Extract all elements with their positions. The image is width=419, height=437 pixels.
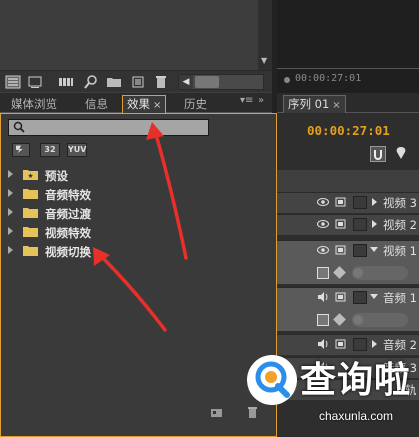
find-icon[interactable] — [83, 74, 99, 90]
scroll-left-icon[interactable]: ◀ — [179, 75, 193, 89]
close-icon[interactable]: × — [332, 100, 340, 111]
folder-icon — [23, 245, 38, 256]
watermark-url: chaxunla.com — [319, 409, 394, 423]
expand-track-icon[interactable] — [372, 220, 377, 228]
automate-to-sequence-icon[interactable] — [58, 74, 74, 90]
film-icon[interactable] — [335, 197, 346, 207]
tree-item-label: 音频特效 — [45, 188, 91, 202]
tree-item-label: 视频切换 — [45, 245, 91, 259]
keyframe-navigator[interactable] — [352, 266, 408, 280]
yuv-effects-button[interactable]: YUV — [67, 143, 87, 157]
tree-item-video-transitions[interactable]: 视频切换 — [1, 242, 271, 261]
track-lock-toggle[interactable] — [353, 218, 367, 231]
tab-history[interactable]: 历史 — [184, 96, 207, 113]
playhead-dot-icon — [284, 77, 290, 83]
horizontal-scrollbar[interactable]: ◀ — [178, 74, 264, 90]
add-marker-icon[interactable] — [394, 146, 408, 162]
expand-track-icon[interactable] — [372, 198, 377, 206]
scroll-down-icon[interactable]: ▼ — [261, 56, 267, 65]
folder-icon — [23, 207, 38, 218]
expand-icon[interactable] — [8, 170, 13, 178]
track-video-2[interactable]: 视频 2 — [277, 214, 419, 235]
track-lock-toggle[interactable] — [353, 244, 367, 257]
new-custom-bin-icon[interactable] — [210, 406, 223, 419]
toggle-output-eye-icon[interactable] — [317, 245, 329, 255]
new-item-icon[interactable] — [130, 74, 146, 90]
monitor-divider — [277, 68, 419, 69]
effects-tree: ★ 预设 音频特效 音频过渡 视频特效 视频切换 — [1, 166, 271, 261]
collapse-track-icon[interactable] — [370, 247, 378, 252]
list-view-icon[interactable] — [5, 74, 21, 90]
search-icon — [13, 121, 25, 133]
tab-media-browser[interactable]: 媒体浏览 — [11, 96, 57, 113]
keyframe-icon[interactable] — [333, 313, 346, 326]
tree-item-label: 视频特效 — [45, 226, 91, 240]
tab-effects-label: 效果 — [127, 97, 150, 111]
project-panel: ▼ ◀ — [0, 0, 272, 93]
tab-sequence-01[interactable]: 序列 01 × — [283, 95, 346, 113]
effects-search-box[interactable] — [8, 119, 209, 136]
tree-item-audio-effects[interactable]: 音频特效 — [1, 185, 271, 204]
film-icon[interactable] — [335, 219, 346, 229]
sequence-tab-label: 序列 01 — [288, 97, 330, 111]
magnifier-logo-icon — [247, 355, 297, 405]
tab-info[interactable]: 信息 — [85, 96, 108, 113]
waveform-display-icon[interactable] — [317, 314, 329, 326]
panel-close-icon[interactable]: » — [258, 95, 264, 106]
panel-menu-icon[interactable]: ▾≡ — [240, 95, 253, 106]
keyframe-icon[interactable] — [333, 266, 346, 279]
close-icon[interactable]: × — [153, 100, 161, 111]
project-toolbar: ◀ — [0, 70, 272, 92]
expand-icon[interactable] — [8, 208, 13, 216]
watermark-brand: 查询啦 — [300, 360, 412, 401]
toggle-output-eye-icon[interactable] — [317, 197, 329, 207]
toggle-output-eye-icon[interactable] — [317, 219, 329, 229]
tab-effects[interactable]: 效果 × — [122, 95, 167, 114]
tree-item-presets[interactable]: ★ 预设 — [1, 166, 271, 185]
track-lock-toggle[interactable] — [353, 196, 367, 209]
keyframe-navigator[interactable] — [352, 313, 408, 327]
32bit-effects-button[interactable]: 32 — [40, 143, 60, 157]
program-monitor: 00:00:27:01 — [277, 0, 419, 93]
track-lock-toggle[interactable] — [353, 291, 367, 304]
trash-icon[interactable] — [153, 74, 169, 90]
speaker-icon[interactable] — [317, 292, 329, 302]
accelerated-effects-icon[interactable] — [12, 143, 30, 157]
tree-item-label: 预设 — [45, 169, 68, 183]
track-name: 视频 3 — [383, 196, 417, 210]
expand-icon[interactable] — [8, 189, 13, 197]
effects-panel-tabbar: 媒体浏览 信息 效果 × 历史 ▾≡ » — [0, 93, 272, 114]
effects-search-input[interactable] — [27, 120, 207, 135]
sequence-timecode[interactable]: 00:00:27:01 — [307, 123, 390, 138]
svg-text:★: ★ — [27, 172, 33, 180]
track-name: 视频 1 — [383, 244, 417, 258]
tree-item-audio-transitions[interactable]: 音频过渡 — [1, 204, 271, 223]
folder-icon — [23, 226, 38, 237]
icon-view-icon[interactable] — [27, 74, 43, 90]
film-icon[interactable] — [335, 245, 346, 255]
collapse-track-icon[interactable] — [370, 294, 378, 299]
track-name: 音频 1 — [383, 291, 417, 305]
program-timecode[interactable]: 00:00:27:01 — [295, 73, 361, 84]
display-style-icon[interactable] — [317, 267, 329, 279]
preset-folder-icon: ★ — [23, 169, 38, 180]
snap-icon[interactable] — [370, 146, 386, 162]
track-name: 视频 2 — [383, 218, 417, 232]
tree-item-video-effects[interactable]: 视频特效 — [1, 223, 271, 242]
new-bin-icon[interactable] — [106, 74, 122, 90]
scrollbar-thumb[interactable] — [195, 76, 219, 88]
expand-icon[interactable] — [8, 227, 13, 235]
folder-icon — [23, 188, 38, 199]
vertical-scrollbar[interactable]: ▼ — [258, 0, 272, 70]
expand-icon[interactable] — [8, 246, 13, 254]
time-ruler[interactable] — [277, 170, 419, 192]
track-video-1[interactable]: 视频 1 — [277, 240, 419, 284]
track-audio-1[interactable]: 音频 1 — [277, 287, 419, 331]
track-video-3[interactable]: 视频 3 — [277, 192, 419, 213]
tree-item-label: 音频过渡 — [45, 207, 91, 221]
sync-lock-icon[interactable] — [335, 292, 346, 302]
timeline-tabbar: 序列 01 × — [277, 93, 419, 113]
site-watermark: 查询啦 chaxunla.com — [233, 345, 419, 437]
